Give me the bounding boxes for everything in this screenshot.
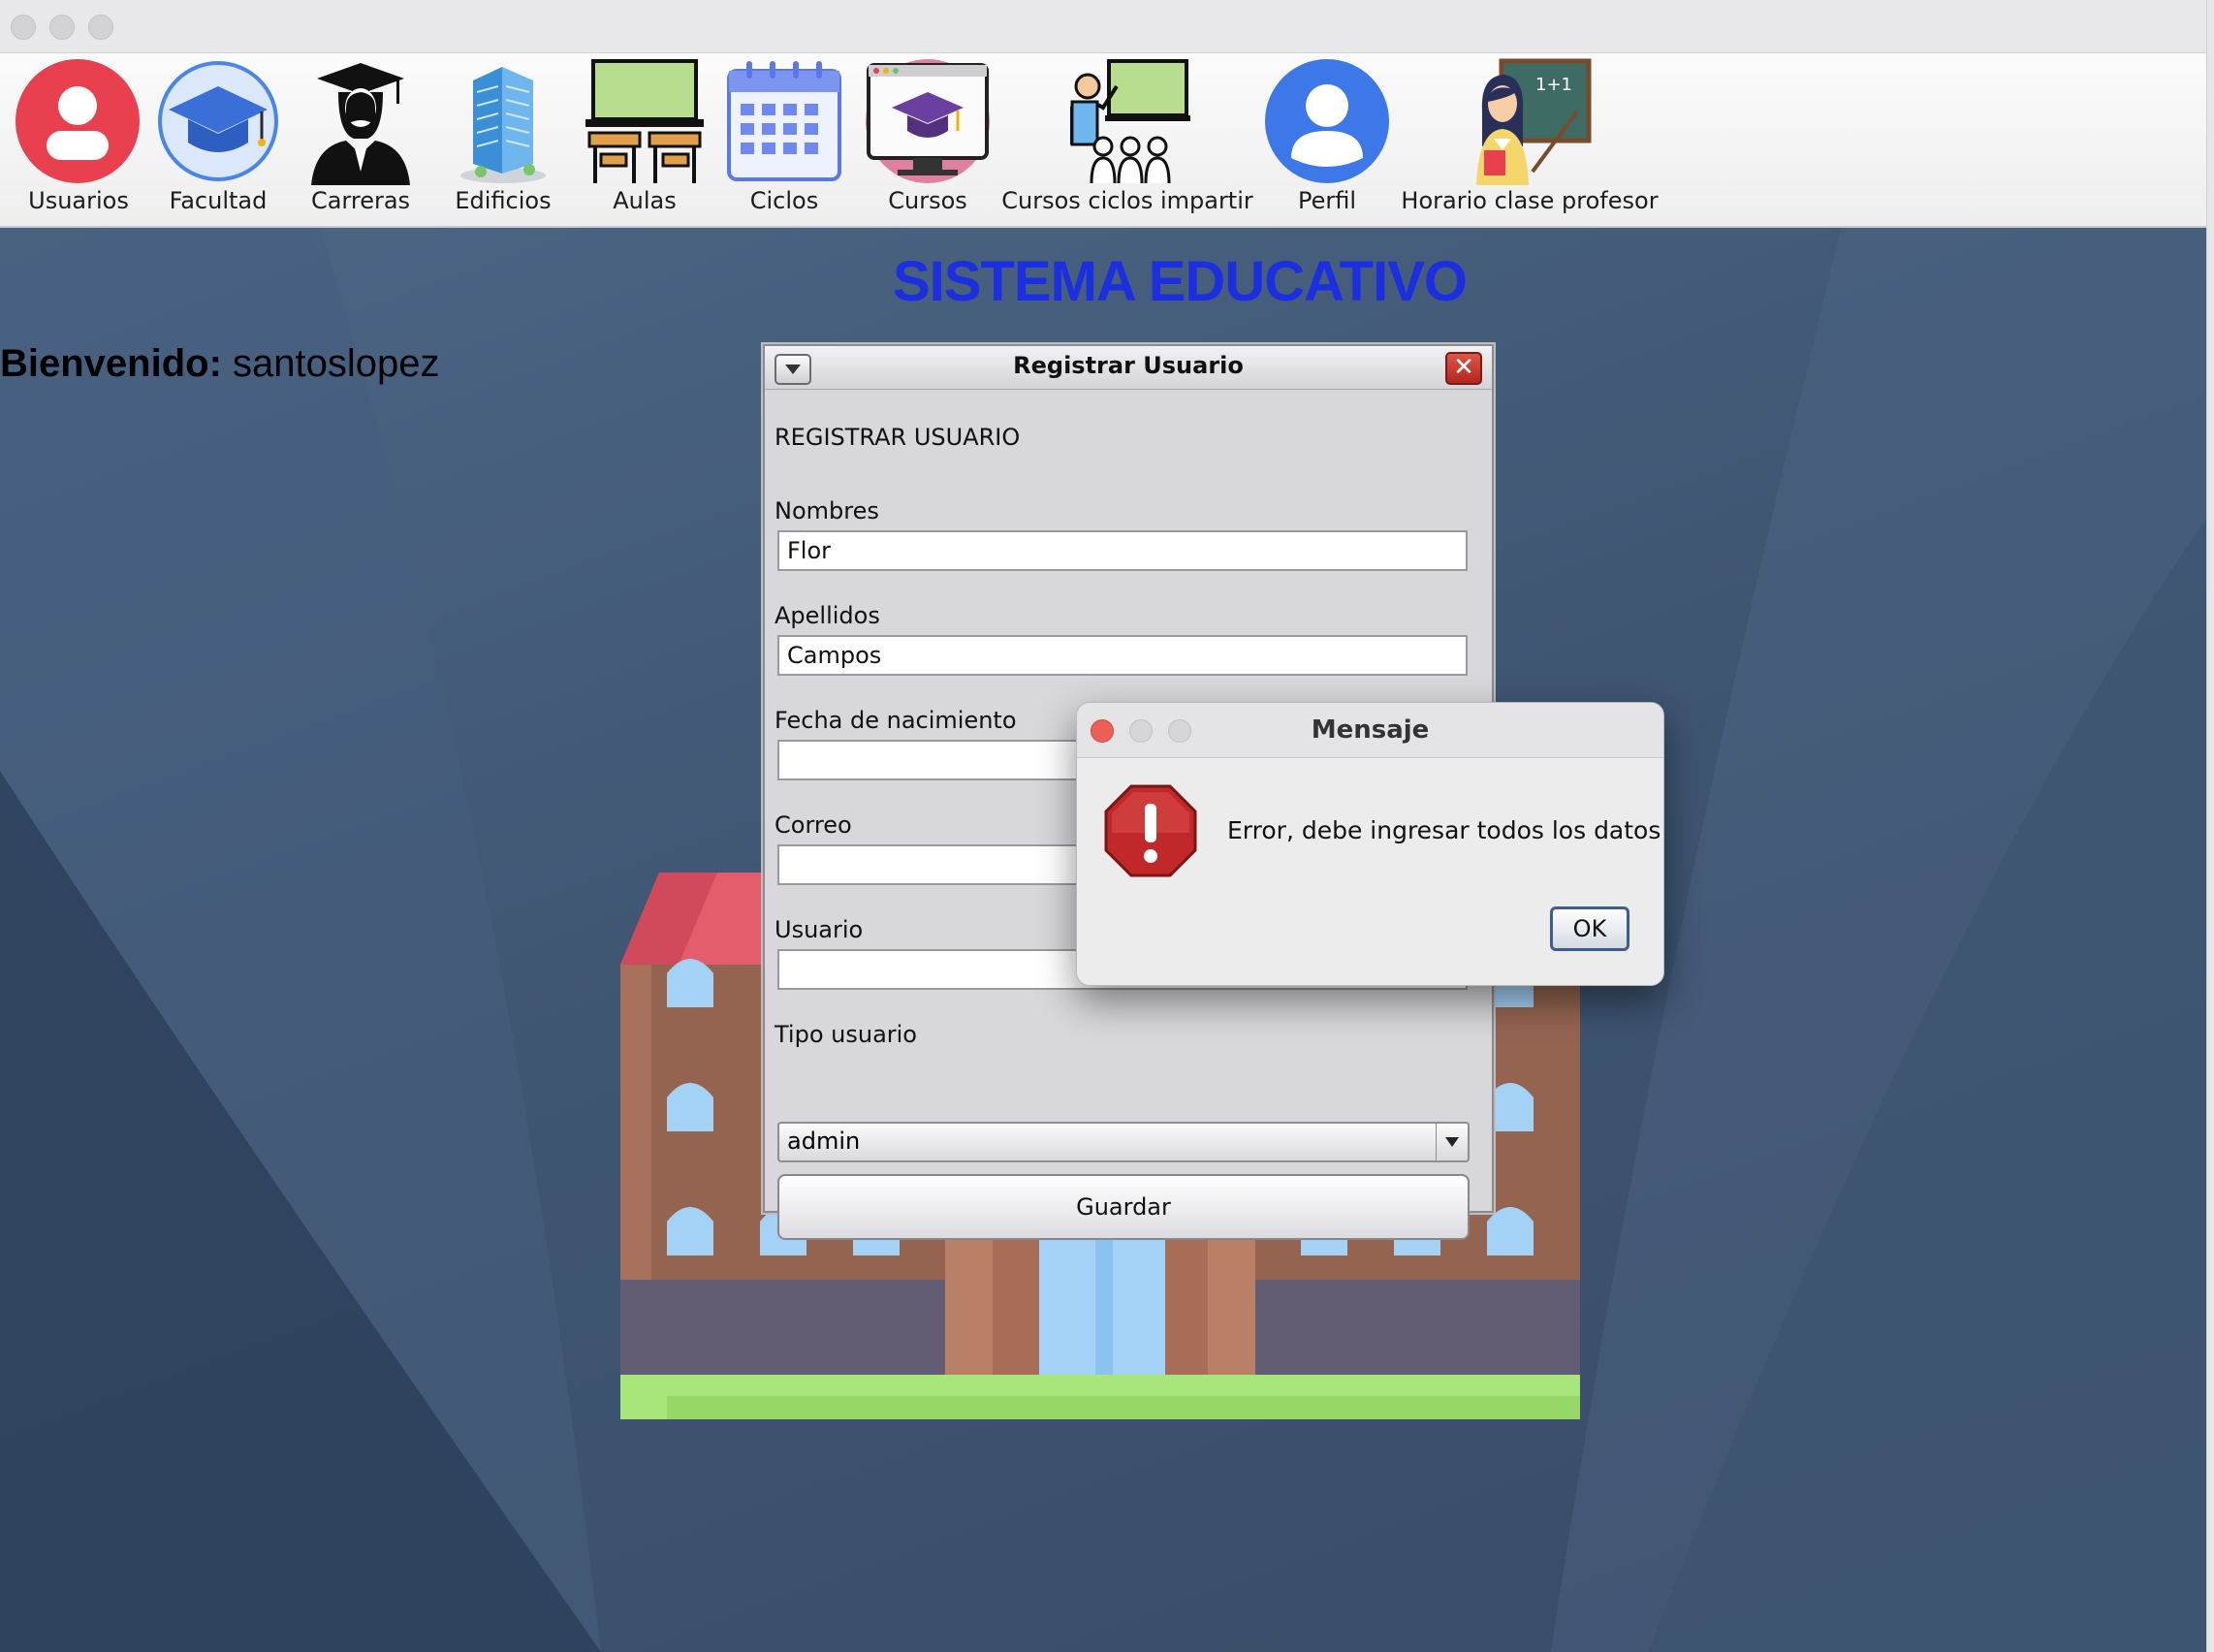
registrar-usuario-titlebar: Registrar Usuario ✕ [765,346,1492,390]
toolbar-horario-clase-profesor-button[interactable]: 1+1 Horario clase profesor [1400,53,1660,226]
toolbar-carreras-label: Carreras [310,187,411,214]
window-right-edge [2206,0,2214,1652]
main-toolbar: Usuarios Facultad Carreras Edificios Aul… [0,53,2206,228]
tipo-usuario-select[interactable]: admin [777,1122,1470,1162]
graduate-icon [311,63,410,185]
dialog-titlebar: Mensaje [1077,703,1663,758]
dialog-title: Mensaje [1311,715,1430,745]
toolbar-carreras-button[interactable]: Carreras [296,53,426,226]
chevron-down-icon [1445,1137,1459,1147]
course-monitor-icon [866,59,990,183]
guardar-button[interactable]: Guardar [777,1174,1470,1240]
toolbar-perfil-label: Perfil [1297,187,1357,214]
apellidos-field[interactable]: Campos [777,635,1468,676]
combo-arrow-button[interactable] [1436,1124,1468,1160]
toolbar-facultad-button[interactable]: Facultad [153,53,283,226]
building-icon [460,67,546,183]
tipo-usuario-value: admin [787,1128,861,1155]
form-heading: REGISTRAR USUARIO [775,424,1021,451]
calendar-icon [727,61,841,181]
toolbar-cursos-ciclos-impartir-label: Cursos ciclos impartir [1001,187,1253,214]
welcome-username: santoslopez [233,342,440,385]
toolbar-aulas-button[interactable]: Aulas [580,53,710,226]
teacher-schedule-icon: 1+1 [1476,58,1592,185]
message-dialog: Mensaje Error, debe ingresar todos los d… [1076,702,1664,986]
ok-button[interactable]: OK [1550,906,1629,951]
toolbar-horario-clase-profesor-label: Horario clase profesor [1401,187,1659,214]
window-titlebar [0,0,2214,53]
toolbar-ciclos-button[interactable]: Ciclos [719,53,849,226]
user-icon [16,59,140,183]
toolbar-facultad-label: Facultad [169,187,268,214]
toolbar-usuarios-button[interactable]: Usuarios [14,53,143,226]
toolbar-edificios-button[interactable]: Edificios [438,53,568,226]
teacher-board-text: 1+1 [1535,75,1572,95]
classroom-icon [585,59,704,183]
nombres-field[interactable]: Flor [777,530,1468,571]
toolbar-cursos-button[interactable]: Cursos [863,53,993,226]
tipo-usuario-label: Tipo usuario [775,1021,917,1048]
window-close-button[interactable] [11,15,36,40]
usuario-label: Usuario [775,916,864,943]
welcome-label: Bienvenido: [0,342,222,385]
toolbar-cursos-label: Cursos [888,187,967,214]
error-stop-icon [1104,784,1197,877]
window-zoom-button[interactable] [88,15,113,40]
frame-title: Registrar Usuario [1013,352,1244,379]
frame-close-button[interactable]: ✕ [1445,352,1482,385]
graduation-cap-icon [158,61,278,181]
close-icon: ✕ [1453,353,1474,382]
apellidos-label: Apellidos [775,602,880,629]
nombres-label: Nombres [775,497,879,524]
welcome-text: Bienvenido: santoslopez [0,342,440,386]
toolbar-edificios-label: Edificios [455,187,552,214]
fecha-nacimiento-label: Fecha de nacimiento [775,707,1017,734]
toolbar-ciclos-label: Ciclos [749,187,819,214]
profile-icon [1265,59,1389,183]
correo-label: Correo [775,811,852,839]
dialog-message: Error, debe ingresar todos los datos [1227,816,1661,844]
teacher-board-icon [1070,59,1190,184]
toolbar-cursos-ciclos-impartir-button[interactable]: Cursos ciclos impartir [1000,53,1254,226]
toolbar-usuarios-label: Usuarios [28,187,129,214]
toolbar-perfil-button[interactable]: Perfil [1262,53,1392,226]
toolbar-aulas-label: Aulas [613,187,677,214]
page-title: SISTEMA EDUCATIVO [892,250,1468,313]
window-minimize-button[interactable] [49,15,75,40]
